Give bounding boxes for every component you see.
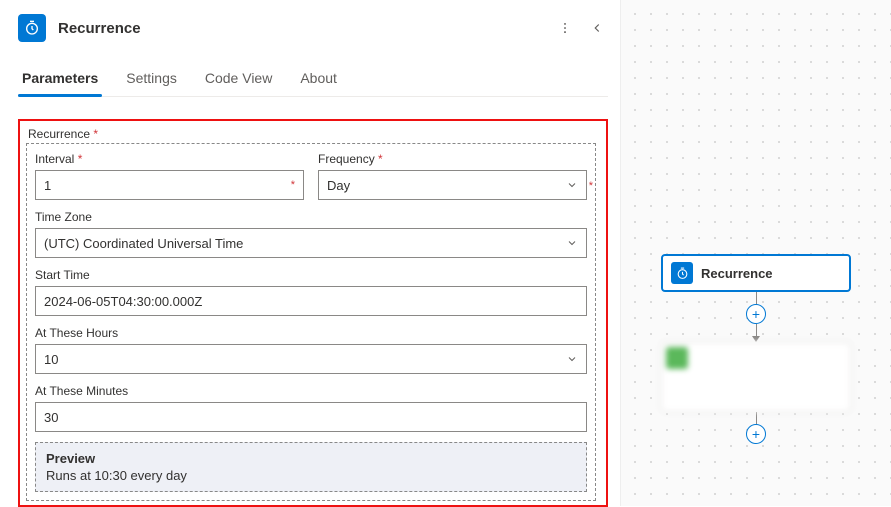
tab-bar: Parameters Settings Code View About xyxy=(18,62,608,97)
hours-label: At These Hours xyxy=(35,326,587,340)
config-panel: Recurrence Parameters Settings Code View… xyxy=(0,0,620,506)
section-label: Recurrence * xyxy=(26,125,596,143)
minutes-label: At These Minutes xyxy=(35,384,587,398)
add-step-button[interactable]: + xyxy=(746,424,766,444)
panel-title: Recurrence xyxy=(58,20,542,37)
canvas-node-recurrence[interactable]: Recurrence xyxy=(661,254,851,292)
connector: + xyxy=(746,292,766,342)
minutes-input[interactable]: 30 xyxy=(35,402,587,432)
more-icon[interactable] xyxy=(554,17,576,39)
panel-header: Recurrence xyxy=(18,14,608,42)
collapse-icon[interactable] xyxy=(586,17,608,39)
node-label: Recurrence xyxy=(701,266,773,281)
starttime-label: Start Time xyxy=(35,268,587,282)
interval-input[interactable]: 1 * xyxy=(35,170,304,200)
tab-parameters[interactable]: Parameters xyxy=(20,62,100,96)
workflow-canvas[interactable]: Recurrence + + xyxy=(620,0,891,506)
chevron-down-icon xyxy=(566,353,578,365)
recurrence-fieldset: * Interval * 1 * Frequency * xyxy=(26,143,596,501)
preview-text: Runs at 10:30 every day xyxy=(46,468,576,483)
timezone-label: Time Zone xyxy=(35,210,587,224)
frequency-select[interactable]: Day xyxy=(318,170,587,200)
preview-box: Preview Runs at 10:30 every day xyxy=(35,442,587,492)
starttime-input[interactable]: 2024-06-05T04:30:00.000Z xyxy=(35,286,587,316)
tab-settings[interactable]: Settings xyxy=(124,62,179,96)
frequency-label: Frequency * xyxy=(318,152,587,166)
preview-title: Preview xyxy=(46,451,576,466)
interval-label: Interval * xyxy=(35,152,304,166)
add-step-button[interactable]: + xyxy=(746,304,766,324)
chevron-down-icon xyxy=(566,237,578,249)
connector: + xyxy=(746,412,766,444)
recurrence-icon xyxy=(671,262,693,284)
tab-codeview[interactable]: Code View xyxy=(203,62,274,96)
timezone-select[interactable]: (UTC) Coordinated Universal Time xyxy=(35,228,587,258)
chevron-down-icon xyxy=(566,179,578,191)
recurrence-icon xyxy=(18,14,46,42)
hours-select[interactable]: 10 xyxy=(35,344,587,374)
tab-about[interactable]: About xyxy=(298,62,339,96)
canvas-node-blurred[interactable] xyxy=(661,342,851,412)
highlighted-region: Recurrence * * Interval * 1 * xyxy=(18,119,608,507)
